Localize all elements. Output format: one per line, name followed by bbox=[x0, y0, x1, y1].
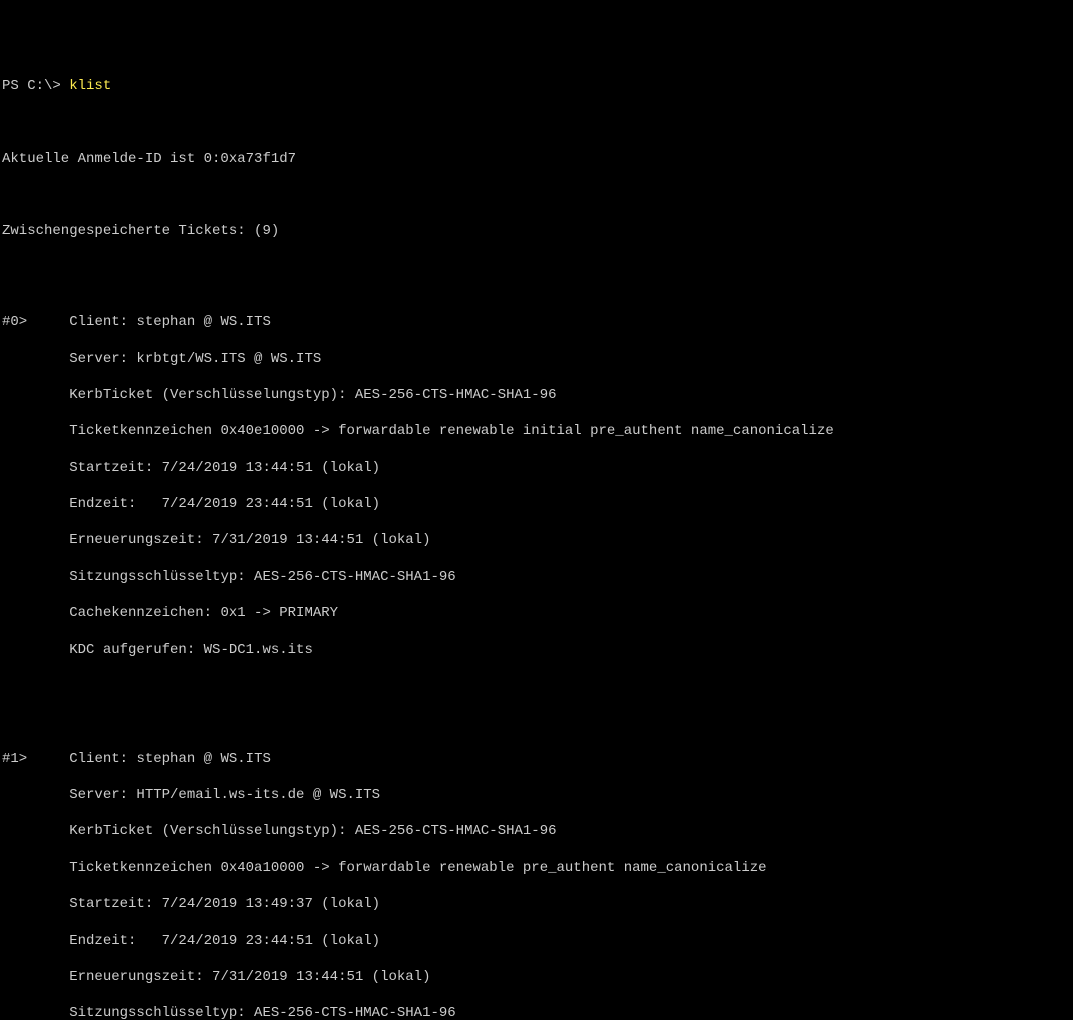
ticket-sessionkey-line: Sitzungsschlüsseltyp: AES-256-CTS-HMAC-S… bbox=[2, 568, 1071, 586]
ticket-sessionkey-line: Sitzungsschlüsseltyp: AES-256-CTS-HMAC-S… bbox=[2, 1004, 1071, 1020]
ticket-starttime-line: Startzeit: 7/24/2019 13:49:37 (lokal) bbox=[2, 895, 1071, 913]
ticket-kerbticket-line: KerbTicket (Verschlüsselungstyp): AES-25… bbox=[2, 822, 1071, 840]
ticket-client-line: #1> Client: stephan @ WS.ITS bbox=[2, 750, 1071, 768]
ticket-client-line: #0> Client: stephan @ WS.ITS bbox=[2, 313, 1071, 331]
ticket-flags-line: Ticketkennzeichen 0x40a10000 -> forwarda… bbox=[2, 859, 1071, 877]
command-text: klist bbox=[69, 78, 111, 94]
ticket-cacheflags-line: Cachekennzeichen: 0x1 -> PRIMARY bbox=[2, 604, 1071, 622]
blank-line bbox=[2, 259, 1071, 277]
ticket-renewtime-line: Erneuerungszeit: 7/31/2019 13:44:51 (lok… bbox=[2, 968, 1071, 986]
ticket-entry: #1> Client: stephan @ WS.ITS Server: HTT… bbox=[2, 732, 1071, 1020]
ticket-kdc-line: KDC aufgerufen: WS-DC1.ws.its bbox=[2, 641, 1071, 659]
blank-line bbox=[2, 113, 1071, 131]
cached-tickets-line: Zwischengespeicherte Tickets: (9) bbox=[2, 222, 1071, 240]
ticket-server-line: Server: HTTP/email.ws-its.de @ WS.ITS bbox=[2, 786, 1071, 804]
ticket-renewtime-line: Erneuerungszeit: 7/31/2019 13:44:51 (lok… bbox=[2, 531, 1071, 549]
prompt-prefix: PS C:\> bbox=[2, 78, 69, 94]
prompt-line[interactable]: PS C:\> klist bbox=[2, 77, 1071, 95]
logon-id-line: Aktuelle Anmelde-ID ist 0:0xa73f1d7 bbox=[2, 150, 1071, 168]
blank-line bbox=[2, 695, 1071, 713]
ticket-flags-line: Ticketkennzeichen 0x40e10000 -> forwarda… bbox=[2, 422, 1071, 440]
ticket-entry: #0> Client: stephan @ WS.ITS Server: krb… bbox=[2, 295, 1071, 677]
ticket-endtime-line: Endzeit: 7/24/2019 23:44:51 (lokal) bbox=[2, 932, 1071, 950]
ticket-server-line: Server: krbtgt/WS.ITS @ WS.ITS bbox=[2, 350, 1071, 368]
blank-line bbox=[2, 186, 1071, 204]
ticket-endtime-line: Endzeit: 7/24/2019 23:44:51 (lokal) bbox=[2, 495, 1071, 513]
ticket-starttime-line: Startzeit: 7/24/2019 13:44:51 (lokal) bbox=[2, 459, 1071, 477]
ticket-kerbticket-line: KerbTicket (Verschlüsselungstyp): AES-25… bbox=[2, 386, 1071, 404]
